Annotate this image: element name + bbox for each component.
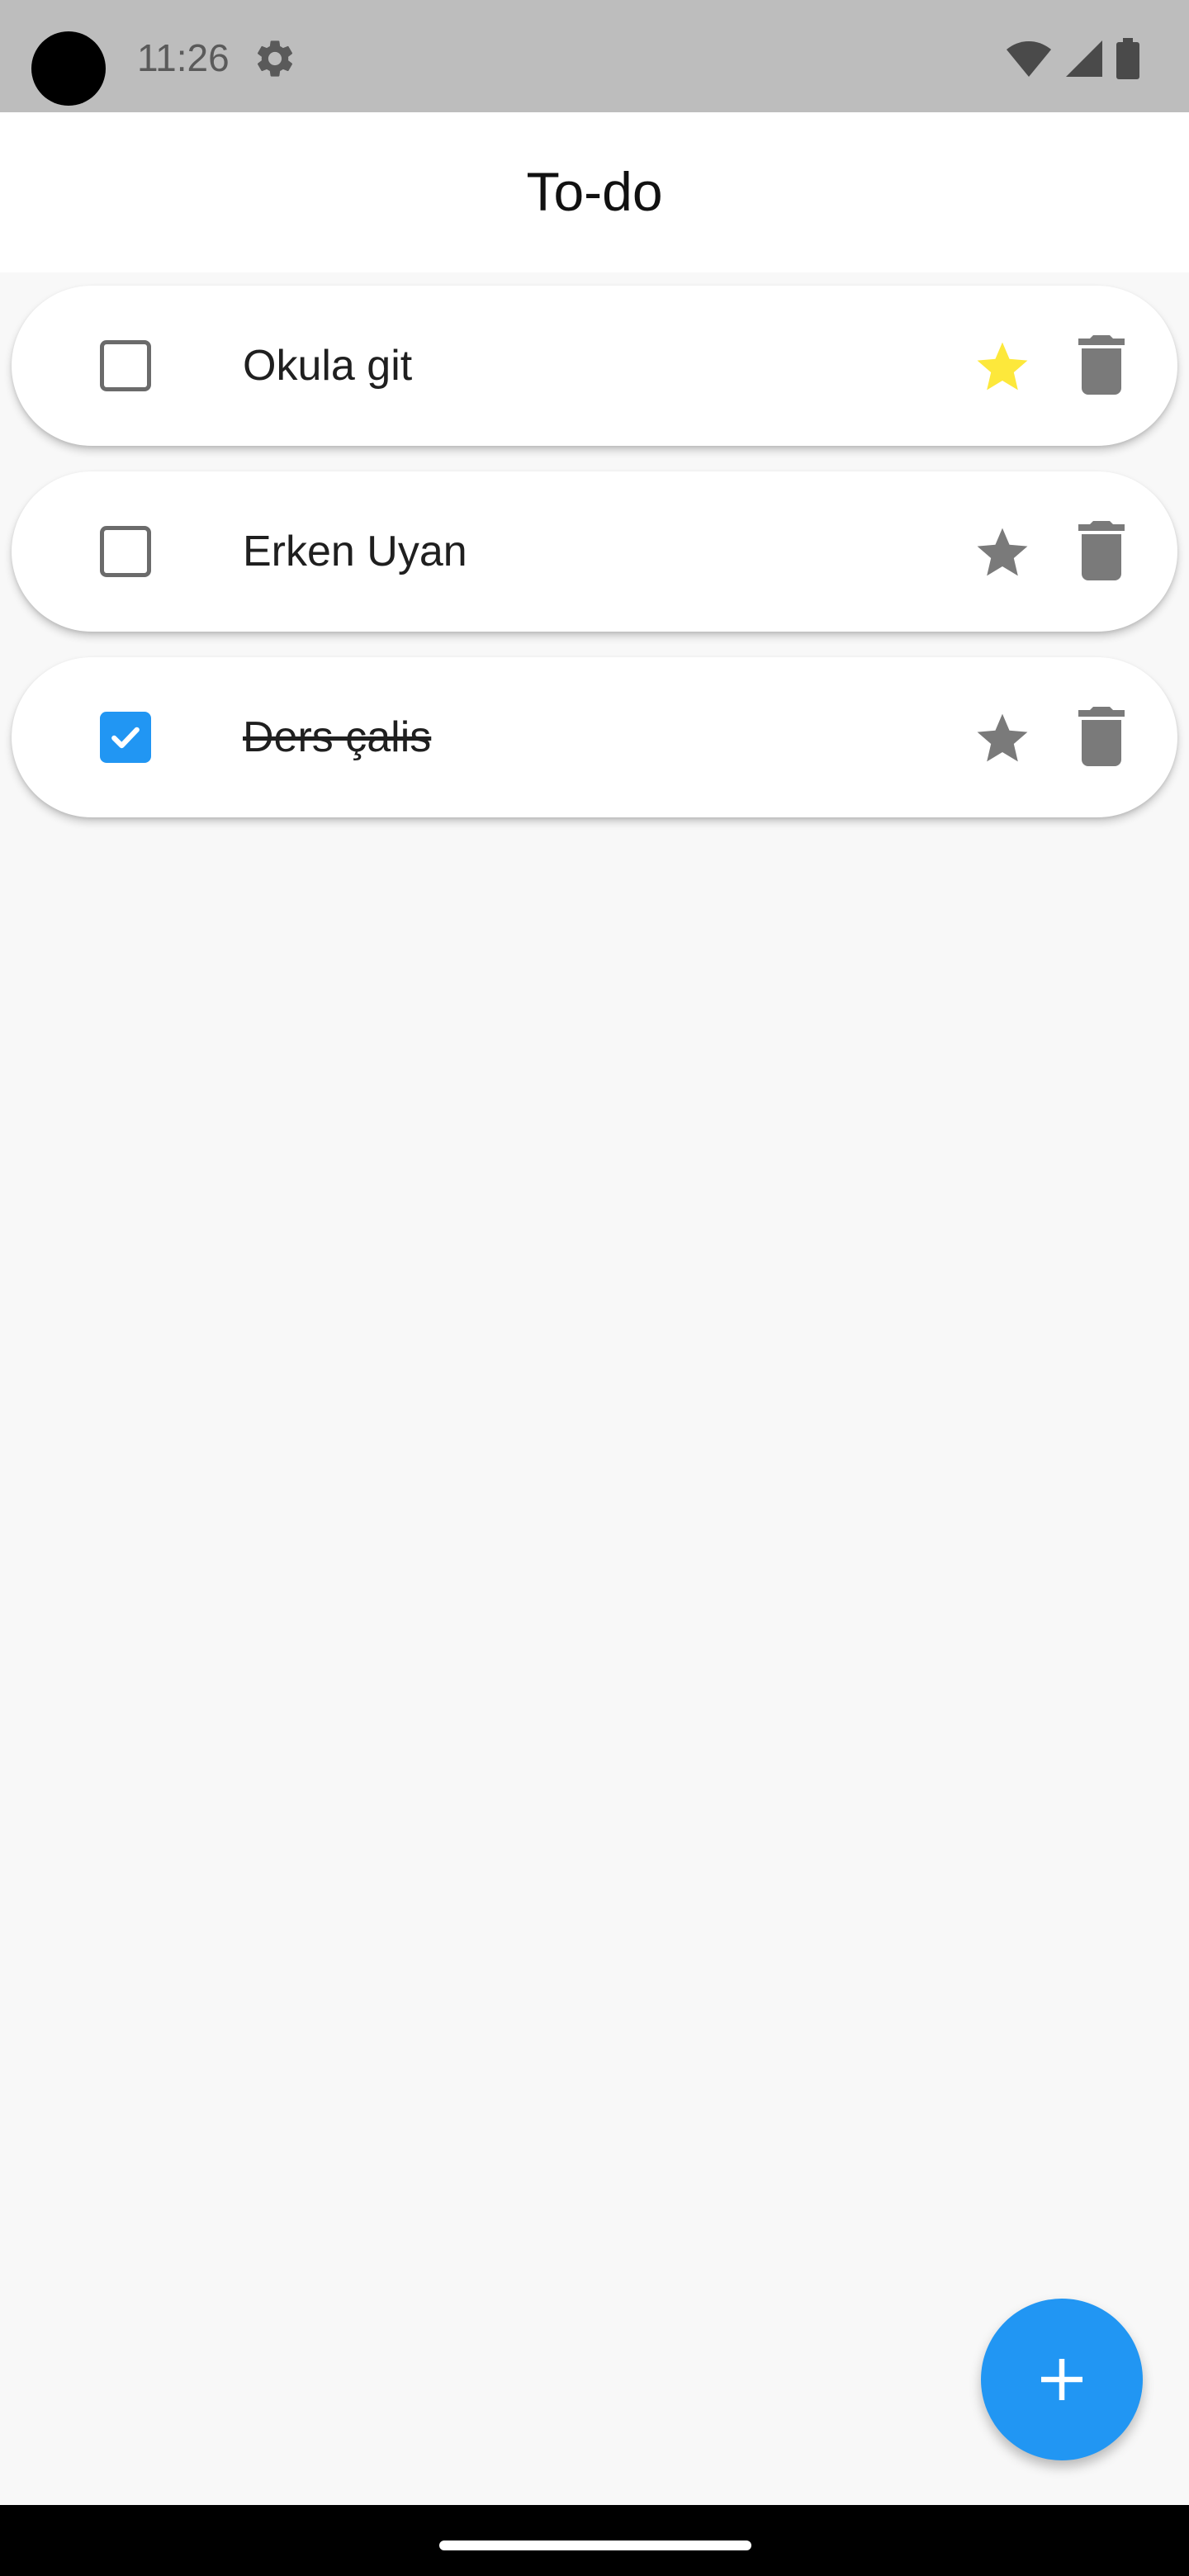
home-gesture-handle[interactable] xyxy=(439,2540,751,2550)
todo-item[interactable]: Okula git xyxy=(12,286,1177,446)
todo-text: Erken Uyan xyxy=(243,528,467,575)
wifi-icon xyxy=(1007,41,1051,77)
camera-cutout xyxy=(31,31,106,106)
status-bar: 11:26 xyxy=(0,0,1189,112)
star-icon[interactable] xyxy=(971,710,1034,768)
star-icon[interactable] xyxy=(971,524,1034,582)
page-title: To-do xyxy=(526,161,663,222)
todo-text: Ders çalis xyxy=(243,713,432,761)
navigation-bar xyxy=(0,2505,1189,2576)
cellular-signal-icon xyxy=(1066,40,1102,77)
battery-icon xyxy=(1116,38,1139,79)
plus-icon xyxy=(1041,2359,1082,2400)
todo-text: Okula git xyxy=(243,342,413,390)
todo-item[interactable]: Ders çalis xyxy=(12,657,1177,817)
add-todo-button[interactable] xyxy=(981,2299,1143,2460)
status-time: 11:26 xyxy=(137,36,230,79)
trash-icon[interactable] xyxy=(1078,521,1125,580)
star-icon[interactable] xyxy=(971,339,1034,396)
checkmark-icon xyxy=(111,727,140,749)
status-icons xyxy=(1006,36,1139,81)
trash-icon[interactable] xyxy=(1078,335,1125,395)
todo-checkbox[interactable] xyxy=(100,340,151,391)
todo-list: Okula git Erken Uyan Ders çalis xyxy=(12,286,1177,843)
trash-icon[interactable] xyxy=(1078,707,1125,766)
app-bar: To-do xyxy=(0,112,1189,272)
todo-checkbox[interactable] xyxy=(100,712,151,763)
todo-item[interactable]: Erken Uyan xyxy=(12,471,1177,632)
todo-checkbox[interactable] xyxy=(100,526,151,577)
settings-gear-icon xyxy=(257,40,293,77)
